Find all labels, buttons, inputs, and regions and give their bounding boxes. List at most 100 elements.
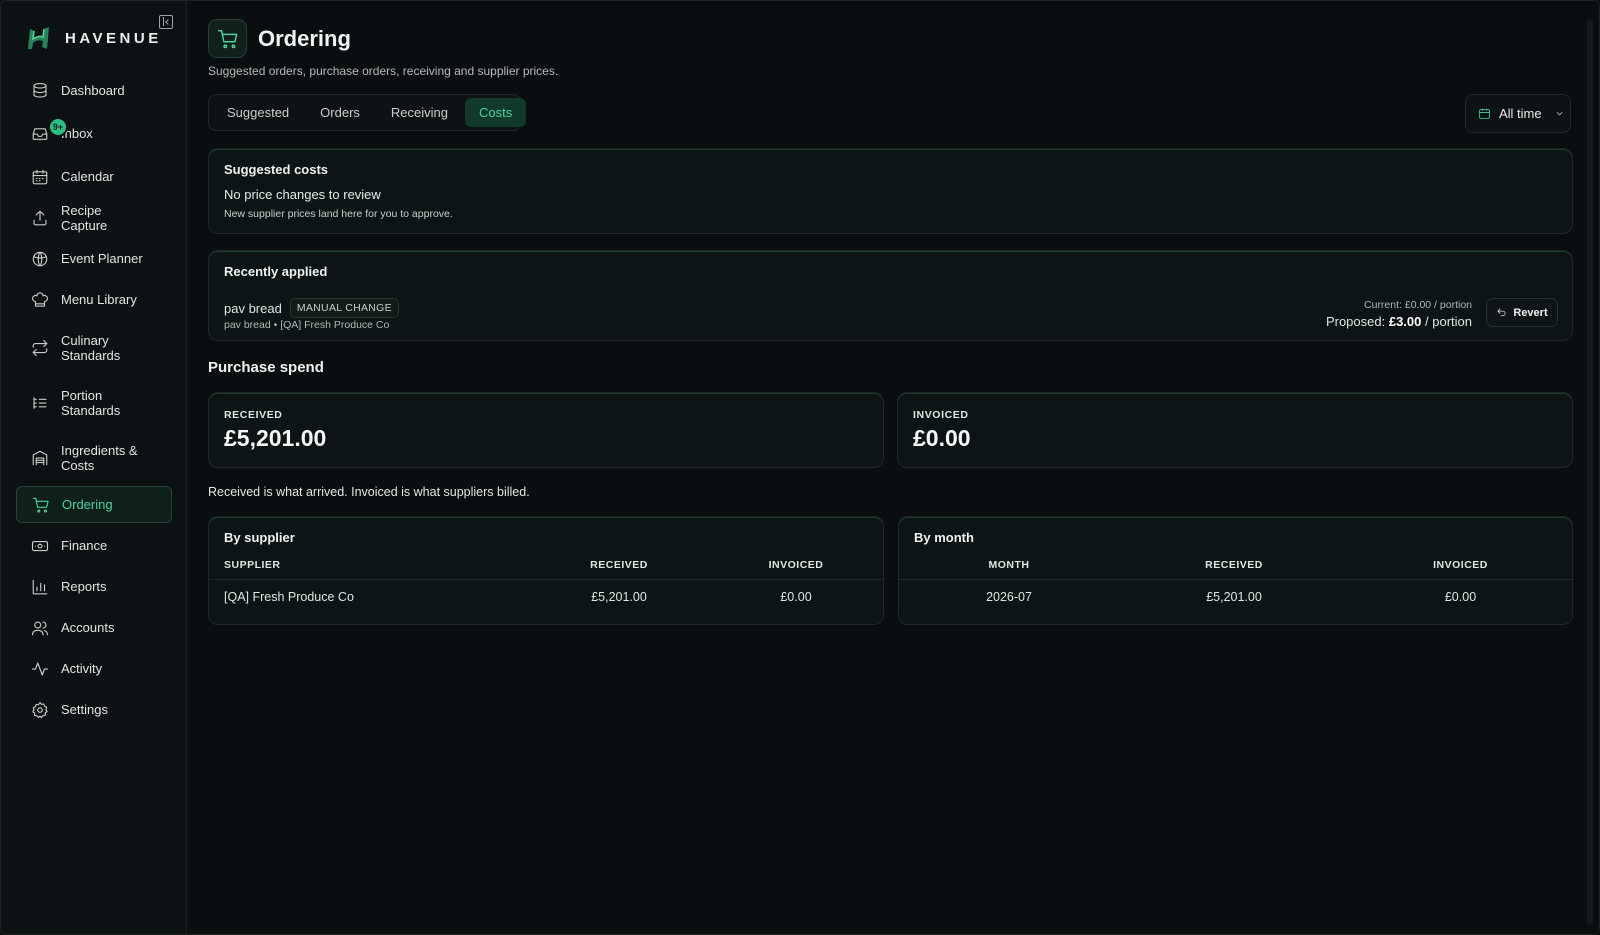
invoiced-value: £0.00 bbox=[913, 425, 971, 451]
cart-icon bbox=[32, 496, 50, 514]
table-header-row: MONTH RECEIVED INVOICED bbox=[899, 557, 1572, 580]
sidebar-item-finance[interactable]: Finance bbox=[16, 533, 172, 559]
column-header-supplier[interactable]: SUPPLIER bbox=[209, 557, 529, 580]
proposed-prefix: Proposed: bbox=[1325, 314, 1386, 329]
invoiced-cell: £0.00 bbox=[1444, 590, 1477, 604]
revert-button[interactable]: Revert bbox=[1486, 298, 1558, 327]
sidebar-item-label: Calendar bbox=[61, 169, 114, 185]
column-header-month[interactable]: MONTH bbox=[899, 557, 1119, 580]
applied-item-name: pav bread bbox=[224, 300, 282, 316]
invoiced-cell: £0.00 bbox=[780, 590, 812, 604]
bar-chart-icon bbox=[31, 578, 49, 596]
recently-applied-card: Recently applied pav bread MANUAL CHANGE… bbox=[208, 250, 1573, 341]
inbox-icon: 9+ bbox=[31, 117, 68, 143]
sidebar-item-accounts[interactable]: Accounts bbox=[16, 615, 172, 641]
sidebar-item-label: Recipe Capture bbox=[61, 202, 108, 234]
sidebar-item-label: Menu Library bbox=[61, 292, 137, 308]
purchase-spend-note: Received is what arrived. Invoiced is wh… bbox=[208, 485, 530, 499]
tab-orders[interactable]: Orders bbox=[306, 98, 374, 127]
tab-suggested[interactable]: Suggested bbox=[213, 98, 303, 127]
sidebar-item-activity[interactable]: Activity bbox=[16, 656, 172, 682]
sidebar-item-label: Culinary Standards bbox=[61, 332, 121, 364]
by-month-title: By month bbox=[914, 530, 974, 545]
received-value: £5,201.00 bbox=[224, 425, 327, 451]
column-header-received[interactable]: RECEIVED bbox=[529, 557, 709, 580]
recently-applied-title: Recently applied bbox=[224, 264, 328, 279]
by-supplier-card: By supplier SUPPLIER RECEIVED INVOICED [… bbox=[208, 516, 884, 625]
sidebar-item-culinary-standards[interactable]: Culinary Standards bbox=[16, 328, 172, 368]
tab-costs[interactable]: Costs bbox=[465, 98, 527, 127]
column-header-invoiced[interactable]: INVOICED bbox=[709, 557, 883, 580]
undo-icon bbox=[1497, 308, 1506, 317]
by-supplier-title: By supplier bbox=[224, 530, 295, 545]
suggested-costs-note: New supplier prices land here for you to… bbox=[224, 208, 453, 220]
brand[interactable]: HAVENUE bbox=[25, 23, 162, 53]
warehouse-icon bbox=[31, 449, 49, 467]
table-row[interactable]: [QA] Fresh Produce Co £5,201.00 £0.00 bbox=[209, 580, 883, 615]
sidebar-item-label: Settings bbox=[61, 702, 108, 718]
date-range-label: All time bbox=[1499, 106, 1542, 121]
brand-name: HAVENUE bbox=[65, 29, 162, 47]
chevron-down-icon bbox=[1556, 111, 1563, 116]
cart-icon bbox=[208, 19, 247, 58]
proposed-suffix: / portion bbox=[1425, 314, 1472, 329]
inbox-badge: 9+ bbox=[48, 117, 68, 137]
by-month-card: By month MONTH RECEIVED INVOICED 2026-07… bbox=[898, 516, 1573, 625]
sidebar-item-label: Ingredients & Costs bbox=[61, 442, 138, 474]
current-price: Current: £0.00 / portion bbox=[1364, 299, 1472, 311]
repeat-icon bbox=[31, 339, 49, 357]
sidebar-item-label: Portion Standards bbox=[61, 387, 121, 419]
column-header-invoiced[interactable]: INVOICED bbox=[1349, 557, 1572, 580]
sidebar-item-menu-library[interactable]: Menu Library bbox=[16, 287, 172, 313]
invoiced-label: INVOICED bbox=[913, 409, 969, 421]
page-scrollbar[interactable] bbox=[1587, 19, 1593, 924]
collapse-sidebar-icon[interactable] bbox=[159, 15, 173, 29]
database-icon bbox=[31, 82, 49, 100]
by-supplier-table: SUPPLIER RECEIVED INVOICED [QA] Fresh Pr… bbox=[209, 557, 883, 614]
sidebar-item-event-planner[interactable]: Event Planner bbox=[16, 246, 172, 272]
tab-receiving[interactable]: Receiving bbox=[377, 98, 462, 127]
page-title: Ordering bbox=[258, 26, 351, 51]
havenue-logo-icon bbox=[28, 27, 49, 49]
sidebar-item-calendar[interactable]: Calendar bbox=[16, 164, 172, 190]
main-content: Ordering Suggested orders, purchase orde… bbox=[208, 1, 1599, 934]
received-cell: £5,201.00 bbox=[1206, 590, 1262, 604]
sidebar-item-label: Reports bbox=[61, 579, 107, 595]
sidebar-item-inbox[interactable]: 9+ Inbox bbox=[16, 117, 172, 147]
banknote-icon bbox=[31, 537, 49, 555]
sidebar-item-ingredients-costs[interactable]: Ingredients & Costs bbox=[16, 438, 172, 478]
suggested-costs-card: Suggested costs No price changes to revi… bbox=[208, 148, 1573, 234]
sidebar-item-reports[interactable]: Reports bbox=[16, 574, 172, 600]
sidebar-item-label: Ordering bbox=[62, 496, 113, 512]
calendar-icon bbox=[31, 168, 49, 186]
column-header-received[interactable]: RECEIVED bbox=[1119, 557, 1349, 580]
sidebar-item-label: Activity bbox=[61, 661, 103, 677]
table-row[interactable]: 2026-07 £5,201.00 £0.00 bbox=[899, 580, 1572, 615]
manual-change-chip: MANUAL CHANGE bbox=[289, 298, 399, 318]
sidebar-item-settings[interactable]: Settings bbox=[16, 697, 172, 723]
users-icon bbox=[31, 619, 49, 637]
proposed-price: Proposed: £3.00 / portion bbox=[1326, 314, 1472, 329]
suggested-costs-message: No price changes to review bbox=[224, 187, 381, 202]
page-subtitle: Suggested orders, purchase orders, recei… bbox=[208, 64, 559, 78]
applied-item-subtitle: pav bread • [QA] Fresh Produce Co bbox=[224, 319, 390, 331]
by-month-table: MONTH RECEIVED INVOICED 2026-07 £5,201.0… bbox=[899, 557, 1572, 614]
calendar-icon bbox=[1479, 108, 1490, 119]
sidebar-item-label: Dashboard bbox=[61, 83, 125, 99]
proposed-value: £3.00 bbox=[1388, 314, 1422, 329]
upload-icon bbox=[31, 209, 49, 227]
sidebar-item-recipe-capture[interactable]: Recipe Capture bbox=[16, 202, 172, 234]
sidebar-item-portion-standards[interactable]: Portion Standards bbox=[16, 383, 172, 423]
applied-item: pav bread MANUAL CHANGE bbox=[224, 298, 399, 318]
app-window: HAVENUE Dashboard 9+ Inbox Calendar Reci… bbox=[0, 0, 1600, 935]
month-cell: 2026-07 bbox=[986, 590, 1032, 604]
purchase-spend-title: Purchase spend bbox=[208, 359, 324, 376]
sidebar-item-dashboard[interactable]: Dashboard bbox=[16, 78, 172, 104]
suggested-costs-title: Suggested costs bbox=[224, 162, 329, 177]
received-label: RECEIVED bbox=[224, 409, 283, 421]
received-stat-card: RECEIVED £5,201.00 bbox=[208, 392, 884, 468]
chef-hat-icon bbox=[31, 291, 49, 309]
sidebar-item-ordering[interactable]: Ordering bbox=[16, 486, 172, 523]
sidebar-item-label: Event Planner bbox=[61, 251, 143, 267]
date-range-select[interactable]: All time bbox=[1465, 94, 1571, 133]
